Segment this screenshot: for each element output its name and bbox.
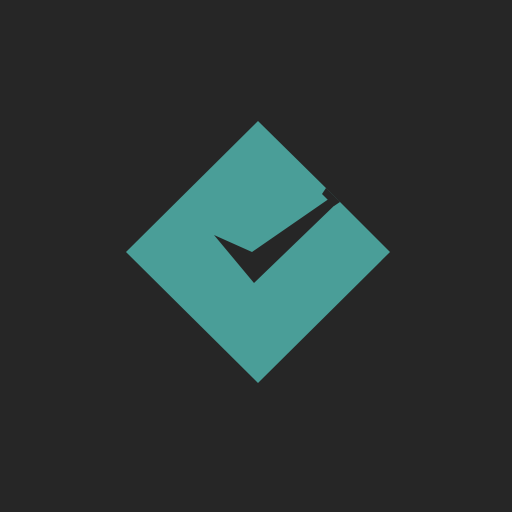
diamond-checkmark-icon: [126, 121, 390, 383]
app-icon-canvas: [0, 0, 512, 512]
